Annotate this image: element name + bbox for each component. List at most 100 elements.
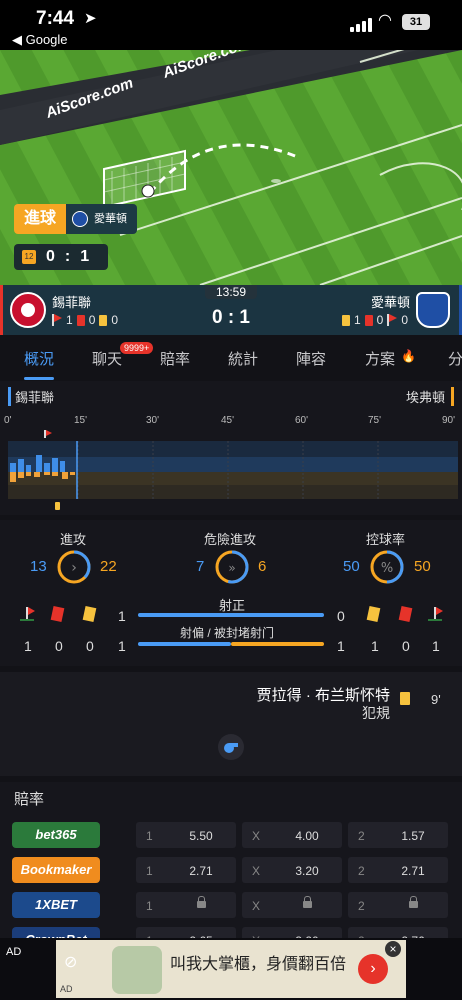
tab-lineups[interactable]: 陣容 xyxy=(296,348,326,369)
close-icon[interactable]: × xyxy=(385,941,401,957)
yellow-card-icon xyxy=(400,692,410,705)
possession-away: 50 xyxy=(414,558,431,575)
tab-stats[interactable]: 統計 xyxy=(228,348,258,369)
dangerous-away: 6 xyxy=(258,558,267,575)
off-target-bar-away xyxy=(231,642,324,646)
home-team-name[interactable]: 錫菲聯 xyxy=(52,292,91,311)
ad-label: AD xyxy=(6,946,22,958)
ad-character-image xyxy=(112,946,162,994)
tick-90: 90' xyxy=(442,415,456,426)
whistle-icon xyxy=(218,734,244,760)
odds-cell-draw[interactable]: X3.20 xyxy=(242,857,342,883)
away-red-count: 0 xyxy=(402,638,410,654)
timeline-home-team: 錫菲聯 xyxy=(8,387,54,406)
odds-cell-draw: X xyxy=(242,892,342,918)
svg-text:%: % xyxy=(381,561,393,576)
match-stats-panel: 進攻 危險進攻 控球率 13 22 7 6 50 50 › » % 1 射正 0… xyxy=(0,520,462,666)
red-card-icon xyxy=(76,314,85,326)
cellular-signal-icon xyxy=(350,14,374,32)
attack-home: 13 xyxy=(30,558,47,575)
timeline-away-team: 埃弗頓 xyxy=(406,387,454,406)
tick-30: 30' xyxy=(146,415,160,426)
possession-home: 50 xyxy=(343,558,360,575)
timeline-header: 錫菲聯 埃弗頓 xyxy=(0,381,462,409)
attack-title: 進攻 xyxy=(60,532,87,547)
tab-odds[interactable]: 賠率 xyxy=(160,348,190,369)
red-card-icon xyxy=(364,314,373,326)
pitch-score-away: 1 xyxy=(80,248,90,265)
home-red-cards: 0 xyxy=(88,313,96,327)
tick-60: 60' xyxy=(295,415,309,426)
bookmaker-logo[interactable]: 1XBET xyxy=(12,892,100,918)
corner-flag-icon xyxy=(52,314,62,326)
yellow-card-icon xyxy=(99,314,108,326)
odds-cell-away[interactable]: 2 1.57 xyxy=(348,822,448,848)
yellow-card-icon xyxy=(341,314,350,326)
bookmaker-logo[interactable]: bet365 xyxy=(12,822,100,848)
tab-overview[interactable]: 概況 xyxy=(24,348,54,369)
odds-cell-home[interactable]: 1 2.71 xyxy=(136,857,236,883)
ad-creative[interactable]: ⊘ AD 叫我大掌櫃，身價翻百倍 › xyxy=(56,940,406,998)
everton-crest-icon[interactable] xyxy=(416,292,450,328)
yellow-card-icon xyxy=(366,606,381,622)
away-team-name[interactable]: 愛華頓 xyxy=(371,292,410,311)
away-corners-count: 1 xyxy=(432,638,440,654)
match-score: 0 : 1 xyxy=(211,307,251,328)
pitch-score-home: 0 xyxy=(46,248,55,265)
tab-more[interactable]: 分 xyxy=(448,348,462,369)
pitch-score-separator: : xyxy=(64,248,71,265)
home-yellow-cards: 0 xyxy=(111,313,119,327)
dangerous-home: 7 xyxy=(196,558,205,575)
home-red-count: 0 xyxy=(55,638,63,654)
away-yellow-cards: 1 xyxy=(353,313,361,327)
off-target-label: 射偏 / 被封堵射门 xyxy=(180,626,275,640)
tick-15: 15' xyxy=(74,415,88,426)
on-target-home: 1 xyxy=(118,608,126,624)
event-type: 犯規 xyxy=(362,705,390,721)
ad-arrow-button[interactable]: › xyxy=(358,954,388,984)
away-corners: 0 xyxy=(401,313,408,327)
tick-75: 75' xyxy=(368,415,382,426)
odds-cell-away: 2 xyxy=(348,892,448,918)
odds-cell-draw[interactable]: X 4.00 xyxy=(242,822,342,848)
tab-chat[interactable]: 聊天 xyxy=(92,348,122,369)
odds-cell-home[interactable]: 1 5.50 xyxy=(136,822,236,848)
tab-bar: 概況 聊天 賠率 統計 陣容 方案 分 xyxy=(0,335,462,381)
active-tab-indicator xyxy=(24,377,54,380)
possession-donut: % xyxy=(370,550,404,584)
status-bar: 7:44 ➤ ◀ Google ◠ 31 xyxy=(0,0,462,50)
match-header: 錫菲聯 1 0 0 13:59 0 : 1 愛華頓 1 0 0 xyxy=(0,285,462,335)
home-match-stats: 1 0 0 xyxy=(52,313,118,327)
odds-cell-away[interactable]: 2 2.71 xyxy=(348,857,448,883)
tab-tips[interactable]: 方案 xyxy=(365,348,395,369)
home-yellow-count: 0 xyxy=(86,638,94,654)
bookmaker-logo[interactable]: Bookmaker xyxy=(12,857,100,883)
odds-cell-home: 1 xyxy=(136,892,236,918)
tick-0: 0' xyxy=(4,415,12,426)
corner-flag-icon xyxy=(428,607,443,621)
match-clock: 13:59 xyxy=(205,285,257,299)
fire-icon: 🔥 xyxy=(401,349,416,363)
goal-label: 進球 xyxy=(14,204,67,234)
away-red-cards: 0 xyxy=(376,313,384,327)
goal-marker-icon xyxy=(44,430,52,438)
event-minute: 9' xyxy=(431,692,441,707)
lock-icon xyxy=(197,896,206,908)
mute-icon[interactable]: ⊘ xyxy=(64,952,77,972)
ad-banner[interactable]: AD ⊘ AD 叫我大掌櫃，身價翻百倍 › × xyxy=(0,938,462,1000)
home-off-target: 1 xyxy=(118,638,126,654)
sheffield-united-crest-icon[interactable] xyxy=(10,292,46,328)
home-corners-count: 1 xyxy=(24,638,32,654)
back-to-google-link[interactable]: ◀ Google xyxy=(12,32,68,48)
possession-title: 控球率 xyxy=(366,532,406,547)
ad-small-label: AD xyxy=(60,984,73,994)
yellow-card-icon xyxy=(82,606,97,622)
ad-headline: 叫我大掌櫃，身價翻百倍 xyxy=(170,956,347,973)
match-event-item[interactable]: 贾拉得 · 布兰斯怀特 犯規 9' xyxy=(0,672,462,776)
battery-icon: 31 xyxy=(402,14,430,30)
lock-icon xyxy=(303,896,312,908)
red-card-icon xyxy=(50,606,65,622)
svg-text:›: › xyxy=(71,560,77,576)
attack-donut: › xyxy=(57,550,91,584)
corner-flag-icon xyxy=(20,607,35,621)
